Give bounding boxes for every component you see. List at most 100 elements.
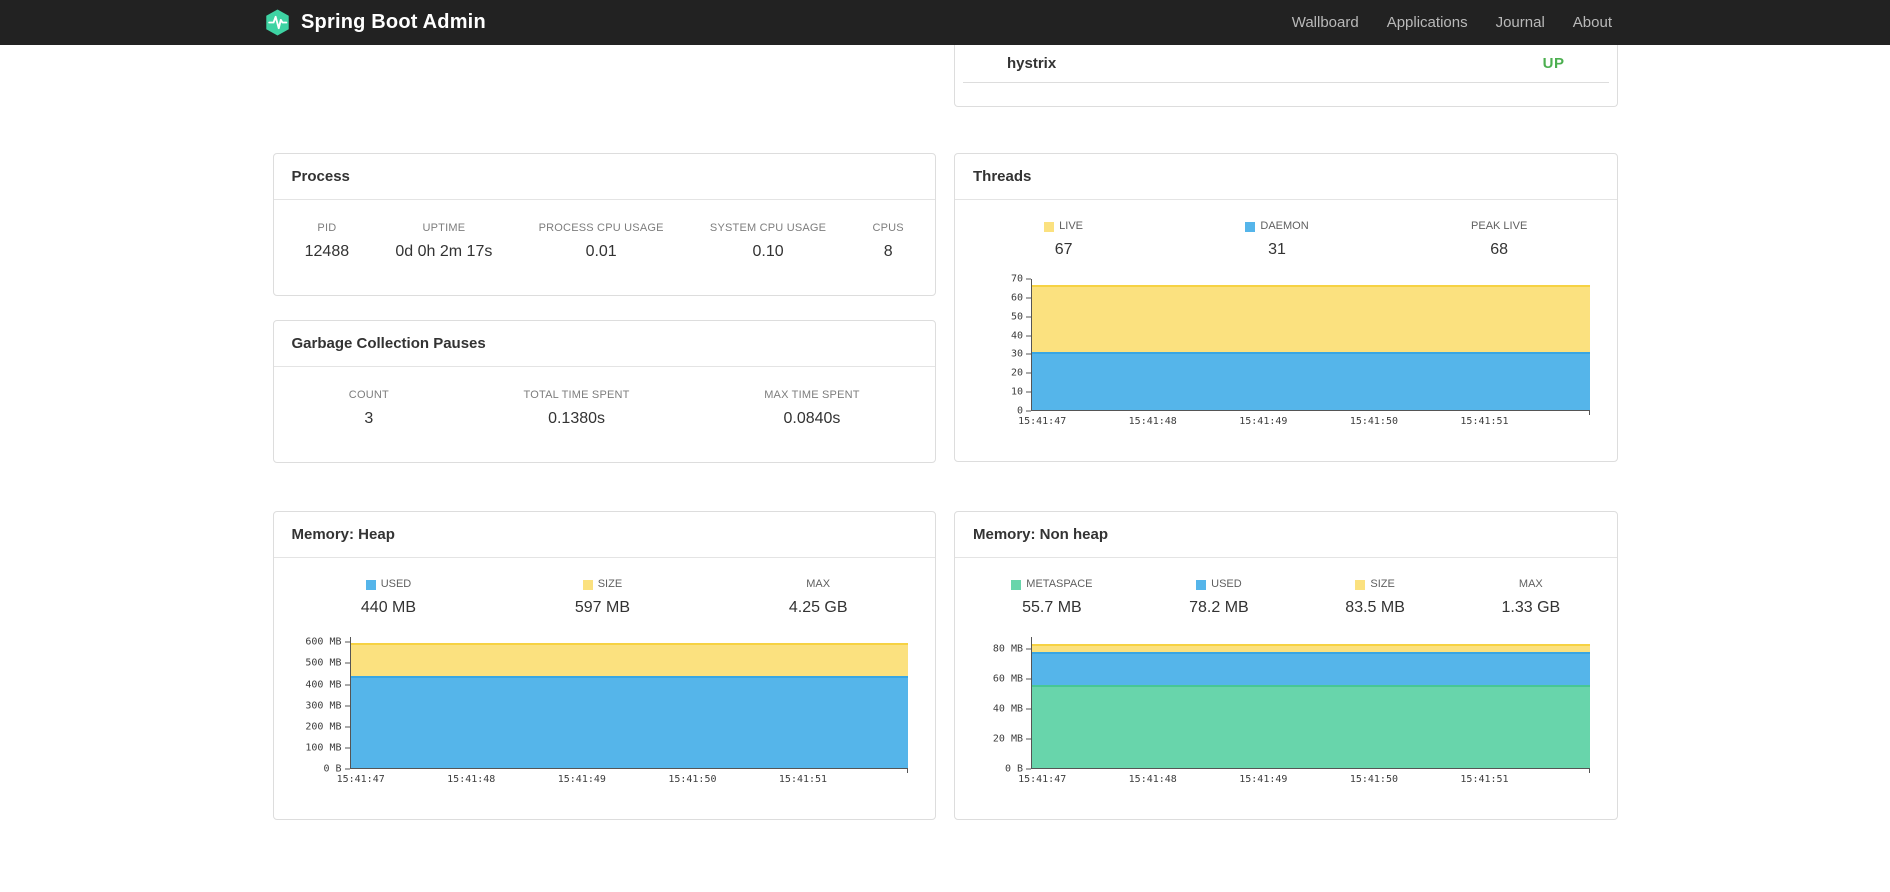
middle-right-column: Threads LIVE 67 DAEMON 31 PEAK LIVE 68 0 10 20 3…	[954, 153, 1618, 463]
metric-label: PROCESS CPU USAGE	[538, 222, 664, 234]
nav-item-wallboard[interactable]: Wallboard	[1278, 14, 1373, 31]
y-tick: 30	[1011, 349, 1031, 360]
brand-title: Spring Boot Admin	[301, 11, 486, 33]
y-tick: 500 MB	[305, 658, 350, 669]
y-tick: 80 MB	[993, 644, 1031, 655]
bottom-row: Memory: Heap USED 440 MB SIZE 597 MB MAX 4.25…	[272, 511, 1618, 820]
legend-label-row: MAX	[1501, 578, 1560, 591]
main-content: hystrix UP Process PID 12488 UPTIME 0d 0h 2…	[272, 45, 1618, 820]
status-right-column: hystrix UP	[954, 45, 1618, 107]
x-axis: 15:41:47 15:41:48 15:41:49 15:41:50 15:41:51	[337, 774, 909, 788]
metric-value: 0d 0h 2m 17s	[395, 243, 493, 260]
memory-heap-panel: Memory: Heap USED 440 MB SIZE 597 MB MAX 4.25…	[272, 511, 936, 820]
legend-label-row: SIZE	[575, 578, 630, 591]
x-tick: 15:41:47	[1018, 774, 1067, 785]
x-axis: 15:41:47 15:41:48 15:41:49 15:41:50 15:41:51	[1018, 774, 1590, 788]
application-name: hystrix	[1007, 55, 1057, 72]
metric: CPUS 8	[860, 222, 915, 261]
legend-swatch-icon	[1044, 221, 1055, 232]
threads-legend: LIVE 67 DAEMON 31 PEAK LIVE 68	[955, 200, 1617, 259]
metric: PID 12488	[293, 222, 362, 261]
metric-label: MAX TIME SPENT	[764, 389, 860, 401]
legend-value: 78.2 MB	[1189, 599, 1249, 616]
y-tick: 20	[1011, 368, 1031, 379]
x-tick: 15:41:50	[1349, 774, 1398, 785]
threads-chart: LIVE 67 DAEMON 31 PEAK LIVE 68 0 10 20 30 40 50 60 7…	[955, 200, 1617, 430]
legend-swatch-icon	[365, 579, 376, 590]
legend-swatch-icon	[1011, 579, 1022, 590]
legend-label-row: USED	[361, 578, 416, 591]
navbar-inner: Spring Boot Admin Wallboard Applications…	[264, 0, 1626, 45]
metric: PROCESS CPU USAGE 0.01	[527, 222, 676, 261]
legend-label: SIZE	[597, 578, 623, 590]
metric: TOTAL TIME SPENT 0.1380s	[512, 389, 642, 428]
metric-value: 8	[883, 243, 893, 260]
x-tick: 15:41:50	[1349, 416, 1398, 427]
y-tick: 600 MB	[305, 637, 350, 648]
top-navbar: Spring Boot Admin Wallboard Applications…	[0, 0, 1890, 45]
y-tick: 100 MB	[305, 742, 350, 753]
legend-label: USED	[1211, 578, 1242, 590]
y-tick: 0	[1017, 406, 1031, 417]
memory-heap-chart: USED 440 MB SIZE 597 MB MAX 4.25 GB 0 B 100 MB…	[274, 558, 936, 788]
x-tick: 15:41:49	[557, 774, 606, 785]
chart-area: 0 10 20 30 40 50 60 70 15:41:47 15:41:48 15:41:49…	[973, 274, 1590, 430]
process-panel-title: Process	[273, 154, 935, 200]
application-status-row[interactable]: hystrix UP	[963, 45, 1609, 83]
navbar-links: Wallboard Applications Journal About	[1278, 0, 1626, 45]
legend-label-row: DAEMON	[1245, 220, 1309, 233]
metric: UPTIME 0d 0h 2m 17s	[383, 222, 504, 261]
memory-non-heap-panel: Memory: Non heap METASPACE 55.7 MB USED 78.…	[954, 511, 1618, 820]
y-tick: 200 MB	[305, 721, 350, 732]
y-tick: 70	[1011, 274, 1031, 285]
legend-item: LIVE 67	[1034, 220, 1093, 259]
memory-non-heap-panel-title: Memory: Non heap	[955, 512, 1617, 558]
process-metrics: PID 12488 UPTIME 0d 0h 2m 17s PROCESS CPU US…	[274, 200, 936, 291]
nav-item-about[interactable]: About	[1559, 14, 1626, 31]
legend-swatch-icon	[1245, 221, 1256, 232]
x-tick: 15:41:50	[668, 774, 717, 785]
plot-column: 15:41:47 15:41:48 15:41:49 15:41:50 15:41:51	[337, 637, 909, 788]
x-tick: 15:41:49	[1239, 416, 1288, 427]
legend-label: MAX	[806, 578, 831, 590]
plot-area	[1031, 637, 1590, 773]
bottom-right-column: Memory: Non heap METASPACE 55.7 MB USED 78.…	[954, 511, 1618, 820]
metaspace-area	[1032, 685, 1590, 768]
brand-link[interactable]: Spring Boot Admin	[264, 9, 486, 36]
spring-boot-admin-logo-icon	[264, 9, 291, 36]
legend-item: USED 78.2 MB	[1179, 578, 1259, 617]
y-tick: 60 MB	[993, 674, 1031, 685]
process-panel: Process PID 12488 UPTIME 0d 0h 2m 17s PROCES…	[272, 153, 936, 296]
legend-label: SIZE	[1370, 578, 1395, 590]
legend-value: 597 MB	[574, 599, 631, 616]
metric-value: 0.1380s	[548, 410, 606, 427]
nav-item-applications[interactable]: Applications	[1373, 14, 1482, 31]
legend-item: SIZE 597 MB	[565, 578, 640, 617]
legend-label: DAEMON	[1260, 220, 1309, 232]
x-tick: 15:41:48	[1128, 416, 1177, 427]
status-row-wrapper: hystrix UP	[273, 45, 1618, 107]
x-tick: 15:41:51	[778, 774, 828, 785]
gc-panel: Garbage Collection Pauses COUNT 3 TOTAL TI…	[272, 320, 936, 463]
metric-label: PID	[317, 222, 337, 234]
legend-value: 83.5 MB	[1345, 599, 1405, 616]
middle-row: Process PID 12488 UPTIME 0d 0h 2m 17s PROCES…	[272, 153, 1618, 463]
chart-area: 0 B 100 MB 200 MB 300 MB 400 MB 500 MB 600 MB …	[292, 637, 909, 788]
bottom-left-column: Memory: Heap USED 440 MB SIZE 597 MB MAX 4.25…	[272, 511, 936, 820]
x-axis: 15:41:47 15:41:48 15:41:49 15:41:50 15:41:51	[1018, 416, 1590, 430]
nav-item-journal[interactable]: Journal	[1482, 14, 1559, 31]
threads-panel-title: Threads	[955, 154, 1617, 200]
y-axis: 0 B 100 MB 200 MB 300 MB 400 MB 500 MB 600 MB	[292, 637, 350, 775]
plot-column: 15:41:47 15:41:48 15:41:49 15:41:50 15:41:51	[1018, 279, 1590, 430]
threads-panel: Threads LIVE 67 DAEMON 31 PEAK LIVE 68 0 10 20 3…	[954, 153, 1618, 462]
legend-item: MAX 1.33 GB	[1491, 578, 1570, 617]
legend-label-row: SIZE	[1345, 578, 1405, 591]
metric: MAX TIME SPENT 0.0840s	[752, 389, 872, 428]
daemon-area	[1032, 352, 1590, 410]
y-tick: 40	[1011, 330, 1031, 341]
y-tick: 20 MB	[993, 734, 1031, 745]
memory-non-heap-legend: METASPACE 55.7 MB USED 78.2 MB SIZE 83.5 MB MA…	[955, 558, 1617, 617]
legend-label: USED	[380, 578, 412, 590]
metric-value: 0.0840s	[783, 410, 841, 427]
metric-label: UPTIME	[422, 222, 466, 234]
